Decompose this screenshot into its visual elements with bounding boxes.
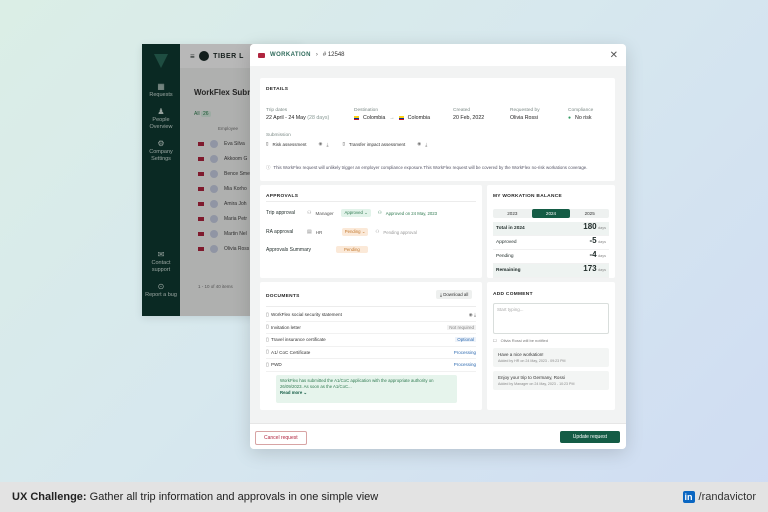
download-icon[interactable]: ⤓ xyxy=(425,142,427,147)
balance-title: MY WORKATION BALANCE xyxy=(493,194,562,199)
approvals-title: APPROVALS xyxy=(266,194,299,199)
balance-rows: Total in 2024 180 days Approved -5 days Pend… xyxy=(487,222,615,278)
info-icon: ⓘ xyxy=(266,165,271,170)
colombia-flag-icon xyxy=(398,116,404,120)
documents-title: DOCUMENTS xyxy=(266,294,300,299)
request-id: # 12548 xyxy=(322,52,345,58)
document-icon: ▯ xyxy=(266,141,269,146)
hr-icon: ▤ xyxy=(307,229,312,235)
document-row[interactable]: ▯ WorkFlex social security statement ◉ ⤓ xyxy=(266,309,476,322)
tab-year-2024[interactable]: 2024 xyxy=(531,209,571,218)
document-status: Processing xyxy=(453,362,476,368)
approvals-card: APPROVALS Trip approval ⚇ Manager Approv… xyxy=(260,185,482,278)
tab-year-2023[interactable]: 2023 xyxy=(493,209,532,218)
view-icon[interactable]: ◉ xyxy=(319,141,323,147)
approvals-summary-status: Pending xyxy=(336,246,368,253)
arrow-right-icon: → xyxy=(389,115,395,121)
download-all-button[interactable]: ⤓ Download all xyxy=(436,290,473,299)
modal-footer: Cancel request Update request xyxy=(250,423,626,449)
compliance-info: ⓘ This WorkFlex request will unlikely tr… xyxy=(266,165,588,170)
read-more-link[interactable]: Read more ⌄ xyxy=(280,390,307,395)
chevron-right-icon: › xyxy=(315,52,318,58)
flag-icon xyxy=(258,52,265,58)
view-icon[interactable]: ◉ xyxy=(469,312,473,317)
download-icon: ⤓ xyxy=(440,292,442,297)
view-icon[interactable]: ◉ xyxy=(417,141,421,147)
document-list: ▯ WorkFlex social security statement ◉ ⤓ ▯ I… xyxy=(266,309,476,372)
document-status: Processing xyxy=(453,349,476,355)
document-notice: WorkFlex has submitted the A1/CoC applic… xyxy=(276,375,457,403)
transfer-impact-doc[interactable]: Transfer impact assessment xyxy=(349,142,405,147)
user-icon: ⚇ xyxy=(307,210,312,216)
balance-row: Total in 2024 180 days xyxy=(493,222,609,236)
year-tabs: 2023 2024 2025 xyxy=(493,209,609,218)
requested-by: Requested by Olivia Rossi xyxy=(510,108,540,121)
close-icon[interactable]: ✕ xyxy=(610,50,618,61)
submission-section: Submission ▯ Risk assessment ◉ ⤓ ▯ Trans… xyxy=(266,133,428,147)
ra-approval-row: RA approval ▤ HR Pending ⌄ ⚇ Pending app… xyxy=(266,228,417,236)
comment-list: Have a nice workation! Added by HR on 24 … xyxy=(487,344,615,390)
tab-year-2025[interactable]: 2025 xyxy=(570,209,609,218)
details-card: DETAILS Trip dates 22 April - 24 May (28… xyxy=(260,78,615,181)
download-icon[interactable]: ⤓ xyxy=(474,312,476,317)
document-status: Not required xyxy=(447,324,476,330)
risk-assessment-doc[interactable]: Risk assessment xyxy=(272,142,306,147)
document-row[interactable]: ▯ Travel insurance certificate Optional xyxy=(266,334,476,347)
workation-balance-card: MY WORKATION BALANCE 2023 2024 2025 Total … xyxy=(487,185,615,278)
balance-row: Remaining 173 days xyxy=(493,264,609,278)
comments-card: ADD COMMENT Start typing... ☐ Olivia Ross… xyxy=(487,282,615,410)
cancel-request-button[interactable]: Cancel request xyxy=(255,431,307,445)
trip-approval-row: Trip approval ⚇ Manager Approved ⌄ ⚇ App… xyxy=(266,209,438,217)
shield-check-icon: ● xyxy=(568,115,572,121)
comment-item: Enjoy your trip to Germany, Rossi Added b… xyxy=(493,371,609,390)
document-icon: ▯ xyxy=(342,141,345,146)
comment-item: Have a nice workation! Added by HR on 24 … xyxy=(493,348,609,367)
ra-approval-status[interactable]: Pending ⌄ xyxy=(341,228,369,236)
trip-dates: Trip dates 22 April - 24 May (28 days) xyxy=(266,108,330,121)
check-user-icon: ⚇ xyxy=(377,210,382,215)
compliance: Compliance ● No risk xyxy=(568,108,594,121)
details-title: DETAILS xyxy=(266,87,289,92)
destination: Destination Colombia → Colombia xyxy=(354,108,431,121)
trip-approval-status[interactable]: Approved ⌄ xyxy=(341,209,371,217)
balance-row: Approved -5 days xyxy=(493,236,609,250)
created-date: Created 20 Feb, 2022 xyxy=(453,108,485,121)
caption-bar: UX Challenge: Gather all trip informatio… xyxy=(0,482,768,512)
comment-input[interactable]: Start typing... xyxy=(493,303,609,334)
linkedin-handle[interactable]: in/randavictor xyxy=(682,491,756,503)
pending-user-icon: ⚇ xyxy=(375,229,380,234)
notify-note: ☐ Olivia Rossi will be notified xyxy=(493,338,548,343)
document-row[interactable]: ▯ A1/ CoC Certificate Processing xyxy=(266,347,476,359)
workation-modal: WORKATION › # 12548 ✕ DETAILS Trip dates… xyxy=(250,44,626,449)
document-row[interactable]: ▯ PWD Processing xyxy=(266,359,476,372)
documents-card: DOCUMENTS ⤓ Download all ▯ WorkFlex socia… xyxy=(260,282,482,410)
linkedin-icon: in xyxy=(682,491,695,503)
document-row[interactable]: ▯ Invitation letter Not required xyxy=(266,322,476,334)
approvals-summary-row: Approvals Summary Pending xyxy=(266,246,368,253)
colombia-flag-icon xyxy=(354,116,359,120)
modal-header: WORKATION › # 12548 ✕ xyxy=(250,44,626,66)
download-icon[interactable]: ⤓ xyxy=(326,142,328,147)
breadcrumb-workation[interactable]: WORKATION xyxy=(270,52,311,58)
challenge-caption: UX Challenge: Gather all trip informatio… xyxy=(12,491,379,503)
balance-row: Pending -4 days xyxy=(493,250,609,264)
update-request-button[interactable]: Update request xyxy=(559,431,620,443)
document-status: Optional xyxy=(455,337,476,343)
checkbox-icon[interactable]: ☐ xyxy=(493,338,497,343)
comments-title: ADD COMMENT xyxy=(493,292,533,297)
